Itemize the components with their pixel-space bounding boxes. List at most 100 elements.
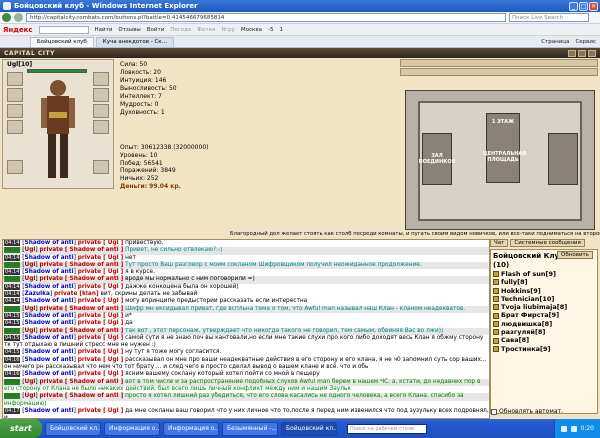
chat-target[interactable]: private [ Ugl ]: [78, 357, 124, 363]
chat-log[interactable]: 04:14 [Shadow of anti] private [ Ugl ] п…: [2, 239, 490, 419]
club-member[interactable]: Flash of sun[9]: [493, 270, 595, 278]
chat-nick[interactable]: Shadow of anti: [25, 298, 74, 304]
member-name[interactable]: Hokkins[9]: [501, 287, 541, 295]
minimize-button[interactable]: _: [569, 1, 578, 11]
boots-slot[interactable]: [7, 160, 23, 174]
member-name[interactable]: Tvoja liubimaja[8]: [501, 303, 567, 311]
task-5[interactable]: Бойцовский кл...: [281, 421, 337, 436]
chat-target[interactable]: private [ Shadow of anti ]: [39, 328, 123, 334]
chat-target[interactable]: private [ Shadow of anti ]: [39, 262, 123, 268]
member-name[interactable]: Брат Фирста[9]: [501, 311, 559, 319]
chat-nick[interactable]: Ugl: [25, 247, 36, 253]
maximize-button[interactable]: □: [579, 1, 588, 11]
chat-target[interactable]: private [ Shadow of anti ]: [39, 247, 123, 253]
chat-nick[interactable]: Ugl: [25, 393, 36, 399]
armor-slot[interactable]: [7, 104, 23, 118]
chat-nick[interactable]: Zazulka: [25, 291, 50, 297]
chat-target[interactable]: private [ Ugl ]: [78, 284, 124, 290]
page-menu[interactable]: Страница: [541, 39, 569, 45]
search-input[interactable]: Поиск Live Search: [509, 13, 589, 22]
weapon-slot[interactable]: [7, 88, 23, 102]
chat-nick[interactable]: Ugl: [25, 328, 36, 334]
yandex-find[interactable]: Найти: [95, 27, 113, 33]
member-name[interactable]: Сава[8]: [501, 336, 529, 344]
chat-target[interactable]: private [ Ugl ]: [78, 313, 124, 319]
character-name[interactable]: Ugl[10]: [7, 61, 32, 68]
chat-target[interactable]: private [ Ugl ]: [78, 371, 124, 377]
task-3[interactable]: Информация о...: [163, 421, 219, 436]
tools-menu[interactable]: Сервис: [575, 39, 596, 45]
member-name[interactable]: людвишка[8]: [501, 320, 552, 328]
chat-nick[interactable]: Ugl: [25, 276, 36, 282]
door-right[interactable]: [548, 133, 578, 185]
shield-slot[interactable]: [93, 160, 109, 174]
chat-target[interactable]: private [ Ugl ]: [78, 335, 124, 341]
yandex-games[interactable]: Ягру: [221, 27, 234, 33]
club-member[interactable]: Technician[10]: [493, 295, 595, 303]
tab-jokes[interactable]: Куча анекдотов - Ск...: [95, 37, 174, 47]
member-name[interactable]: Technician[10]: [501, 295, 554, 303]
forward-button[interactable]: [14, 13, 23, 22]
auto-refresh-checkbox[interactable]: [491, 408, 497, 415]
yandex-login[interactable]: Войти: [147, 27, 165, 33]
ring-slot[interactable]: [93, 104, 109, 118]
chat-target[interactable]: private [ Shadow of anti ]: [39, 393, 123, 399]
chat-target[interactable]: private [ Shadow of anti ]: [39, 276, 123, 282]
chat-nick[interactable]: Shadow of anti: [25, 357, 74, 363]
club-member[interactable]: Брат Фирста[9]: [493, 311, 595, 319]
location-link-row-2[interactable]: [400, 68, 598, 76]
header-btn-1[interactable]: [568, 49, 576, 57]
chat-nick[interactable]: Shadow of anti: [25, 320, 74, 326]
helmet-slot[interactable]: [7, 72, 23, 86]
yandex-city[interactable]: Москва: [241, 27, 262, 33]
tray-icon-1[interactable]: [560, 425, 567, 432]
back-button[interactable]: [2, 13, 11, 22]
member-name[interactable]: fully[8]: [501, 278, 528, 286]
chat-nick[interactable]: Shadow of anti: [25, 349, 74, 355]
chat-button[interactable]: Чат: [490, 239, 509, 247]
chat-nick[interactable]: Ugl: [25, 262, 36, 268]
member-name[interactable]: разгуляй[8]: [501, 328, 545, 336]
chat-nick[interactable]: Shadow of anti: [25, 313, 74, 319]
chat-target[interactable]: private [ Ugl ]: [78, 408, 124, 414]
chat-nick[interactable]: Shadow of anti: [25, 408, 74, 414]
club-member[interactable]: разгуляй[8]: [493, 328, 595, 336]
chat-nick[interactable]: Shadow of anti: [25, 240, 74, 246]
task-1[interactable]: Бойцовский кл...: [45, 421, 101, 436]
club-member[interactable]: людвишка[8]: [493, 320, 595, 328]
club-member[interactable]: Сава[8]: [493, 336, 595, 344]
task-2[interactable]: Информация о...: [104, 421, 160, 436]
task-4[interactable]: Безымянный -...: [222, 421, 278, 436]
chat-target[interactable]: private [ Ugl ]: [78, 320, 124, 326]
chat-target[interactable]: private [ Ugl ]: [78, 349, 124, 355]
chat-target[interactable]: private [ Ugl ]: [78, 255, 124, 261]
chat-nick[interactable]: Shadow of anti: [25, 335, 74, 341]
club-member[interactable]: Tvoja liubimaja[8]: [493, 303, 595, 311]
chat-target[interactable]: private [ Shadow of anti ]: [39, 306, 123, 312]
club-member[interactable]: Тростинка[9]: [493, 345, 595, 353]
club-member[interactable]: fully[8]: [493, 278, 595, 286]
auto-refresh[interactable]: Обновлять автомат.: [491, 408, 563, 415]
member-name[interactable]: Flash of sun[9]: [501, 270, 556, 278]
chat-nick[interactable]: Ugl: [25, 306, 36, 312]
yandex-weather[interactable]: Погода: [170, 27, 191, 33]
header-btn-2[interactable]: [578, 49, 586, 57]
chat-nick[interactable]: Shadow of anti: [25, 269, 74, 275]
system-messages-button[interactable]: Системные сообщения: [510, 239, 585, 247]
member-name[interactable]: Тростинка[9]: [501, 345, 550, 353]
yandex-search-box[interactable]: [38, 25, 89, 34]
refresh-button[interactable]: Обновить: [557, 251, 593, 259]
chat-target[interactable]: private [ Ugl ]: [78, 298, 124, 304]
chat-target[interactable]: private [ Shadow of anti ]: [39, 379, 123, 385]
location-link-row-1[interactable]: [400, 59, 598, 67]
url-field[interactable]: http://capitalcity.combats.com/buttons.p…: [26, 13, 506, 22]
chat-nick[interactable]: Ugl: [25, 379, 36, 385]
earring-slot[interactable]: [93, 72, 109, 86]
header-btn-3[interactable]: [588, 49, 596, 57]
tab-fight-club[interactable]: Бойцовский клуб: [30, 37, 94, 47]
club-member[interactable]: Hokkins[9]: [493, 287, 595, 295]
yandex-reviews[interactable]: Отзывы: [118, 27, 140, 33]
gloves-slot[interactable]: [93, 120, 109, 134]
chat-nick[interactable]: Shadow of anti: [25, 255, 74, 261]
start-button[interactable]: start: [0, 419, 42, 438]
